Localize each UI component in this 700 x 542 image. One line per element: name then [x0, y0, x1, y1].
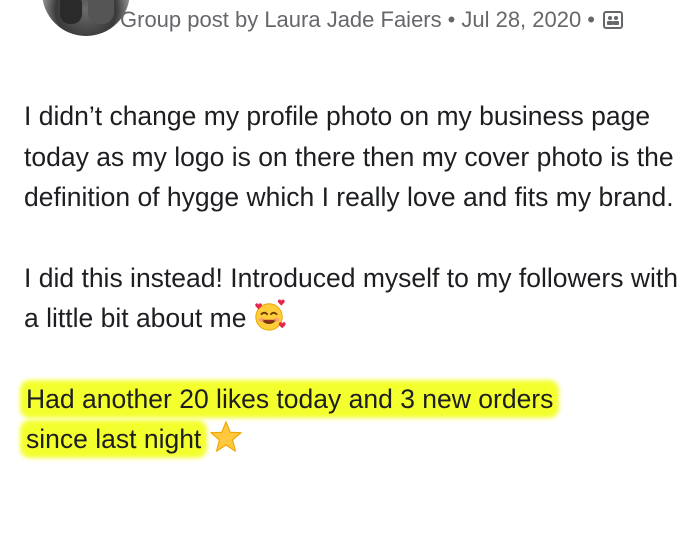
post-paragraph-text: I did this instead! Introduced myself to…: [24, 262, 678, 334]
author-prefix: Group post by: [120, 7, 259, 32]
highlighted-text: since last night: [24, 424, 204, 454]
author-name[interactable]: Laura Jade Faiers: [264, 7, 441, 32]
post-header: Group post by Laura Jade Faiers • Jul 28, …: [0, 0, 700, 70]
avatar-figure: [88, 0, 114, 24]
group-icon: [602, 11, 623, 29]
avatar-figure: [60, 0, 82, 24]
avatar[interactable]: [42, 0, 130, 36]
post-body: I didn’t change my profile photo on my b…: [24, 96, 684, 460]
post-paragraph: Had another 20 likes today and 3 new ord…: [24, 379, 684, 460]
separator: •: [447, 7, 456, 32]
highlighted-text: Had another 20 likes today and 3 new ord…: [24, 383, 556, 414]
post-date[interactable]: Jul 28, 2020: [461, 7, 581, 32]
separator: •: [587, 7, 595, 32]
post-date-part1: Jul 28,: [461, 7, 527, 32]
post-meta: Group post by Laura Jade Faiers • Jul 28, …: [120, 6, 680, 34]
star-emoji: [210, 421, 242, 452]
post-paragraph: I didn’t change my profile photo on my b…: [24, 101, 674, 212]
smiling-face-with-hearts-emoji: [255, 299, 287, 331]
post-paragraph: I did this instead! Introduced myself to…: [24, 258, 684, 339]
post-date-part2: 2020: [532, 7, 582, 32]
